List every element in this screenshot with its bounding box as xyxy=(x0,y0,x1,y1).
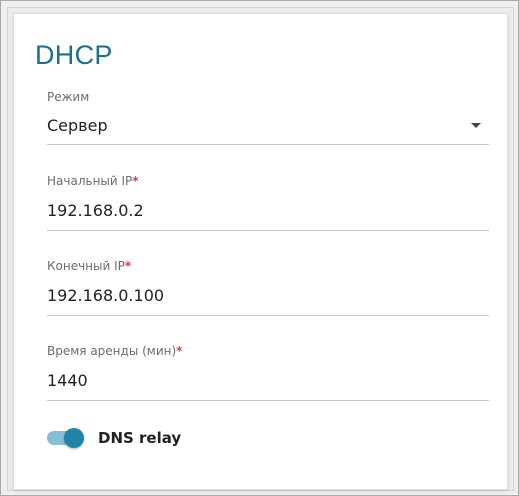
end-ip-underline xyxy=(47,315,489,316)
start-ip-label: Начальный IP* xyxy=(47,174,139,188)
lease-time-underline xyxy=(47,400,489,401)
dns-relay-label: DNS relay xyxy=(98,429,182,447)
mode-value[interactable]: Сервер xyxy=(47,116,108,136)
chevron-down-icon[interactable] xyxy=(471,123,481,128)
mode-label: Режим xyxy=(47,90,90,104)
mode-underline xyxy=(47,144,489,145)
lease-time-input[interactable]: 1440 xyxy=(47,371,88,391)
end-ip-field[interactable]: Конечный IP* 192.168.0.100 xyxy=(47,259,489,317)
start-ip-underline xyxy=(47,230,489,231)
lease-time-field[interactable]: Время аренды (мин)* 1440 xyxy=(47,344,489,402)
start-ip-field[interactable]: Начальный IP* 192.168.0.2 xyxy=(47,174,489,232)
dhcp-card xyxy=(13,13,508,490)
required-marker: * xyxy=(132,174,139,188)
required-marker: * xyxy=(124,259,132,273)
mode-select[interactable]: Режим Сервер xyxy=(47,90,489,146)
section-title: DHCP xyxy=(35,40,113,70)
lease-time-label: Время аренды (мин)* xyxy=(47,344,183,358)
dns-relay-toggle[interactable] xyxy=(47,428,84,448)
start-ip-input[interactable]: 192.168.0.2 xyxy=(47,201,144,221)
end-ip-input[interactable]: 192.168.0.100 xyxy=(47,286,164,306)
end-ip-label: Конечный IP* xyxy=(47,259,132,273)
required-marker: * xyxy=(176,344,183,358)
toggle-knob[interactable] xyxy=(64,428,84,448)
